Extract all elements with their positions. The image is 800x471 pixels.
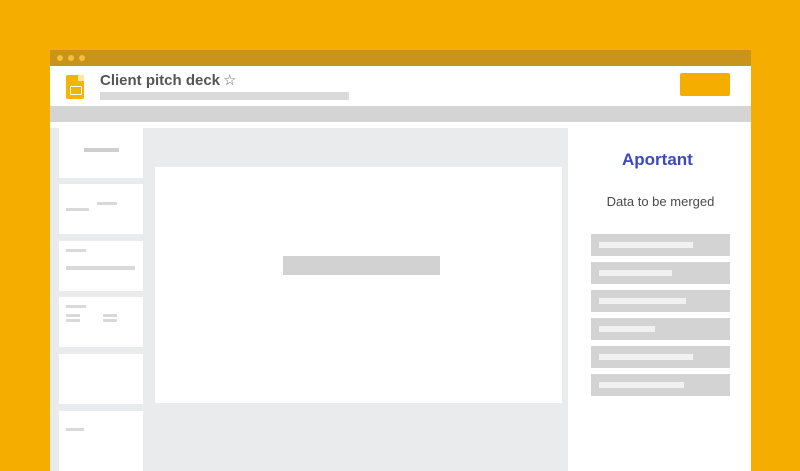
slide-canvas[interactable] [155, 167, 562, 403]
slide-thumbnail-3[interactable] [59, 241, 143, 291]
browser-window: Client pitch deck ☆ Aportant Data to be … [50, 50, 751, 471]
menu-bar-placeholder [100, 92, 349, 100]
portant-sidebar: Aportant Data to be merged [570, 128, 751, 471]
merge-data-row[interactable] [591, 346, 730, 368]
window-close-dot[interactable] [57, 55, 63, 61]
slide-thumbnail-4[interactable] [59, 297, 143, 347]
merge-data-row[interactable] [591, 234, 730, 256]
slides-editor [50, 128, 568, 471]
slide-thumbnail-6[interactable] [59, 411, 143, 471]
slides-icon[interactable] [66, 75, 84, 99]
merge-data-list [591, 234, 730, 402]
share-button[interactable] [680, 73, 730, 96]
slide-thumbnail-1[interactable] [59, 128, 143, 178]
merge-data-row[interactable] [591, 262, 730, 284]
portant-logo-text: portant [634, 150, 693, 169]
merge-data-row[interactable] [591, 290, 730, 312]
star-icon[interactable]: ☆ [223, 71, 236, 89]
slide-title-placeholder[interactable] [283, 256, 440, 275]
document-title[interactable]: Client pitch deck [100, 72, 220, 89]
merge-data-row[interactable] [591, 318, 730, 340]
window-minimize-dot[interactable] [68, 55, 74, 61]
merge-data-row[interactable] [591, 374, 730, 396]
portant-logo-glyph: A [622, 150, 635, 169]
toolbar [50, 106, 751, 122]
portant-logo: Aportant [622, 150, 693, 170]
window-maximize-dot[interactable] [79, 55, 85, 61]
slide-thumbnail-2[interactable] [59, 184, 143, 234]
slide-filmstrip [50, 128, 146, 471]
slide-thumbnail-5[interactable] [59, 354, 143, 404]
app-header: Client pitch deck ☆ [50, 66, 751, 106]
sidebar-heading: Data to be merged [606, 194, 715, 209]
window-title-bar [50, 50, 751, 66]
